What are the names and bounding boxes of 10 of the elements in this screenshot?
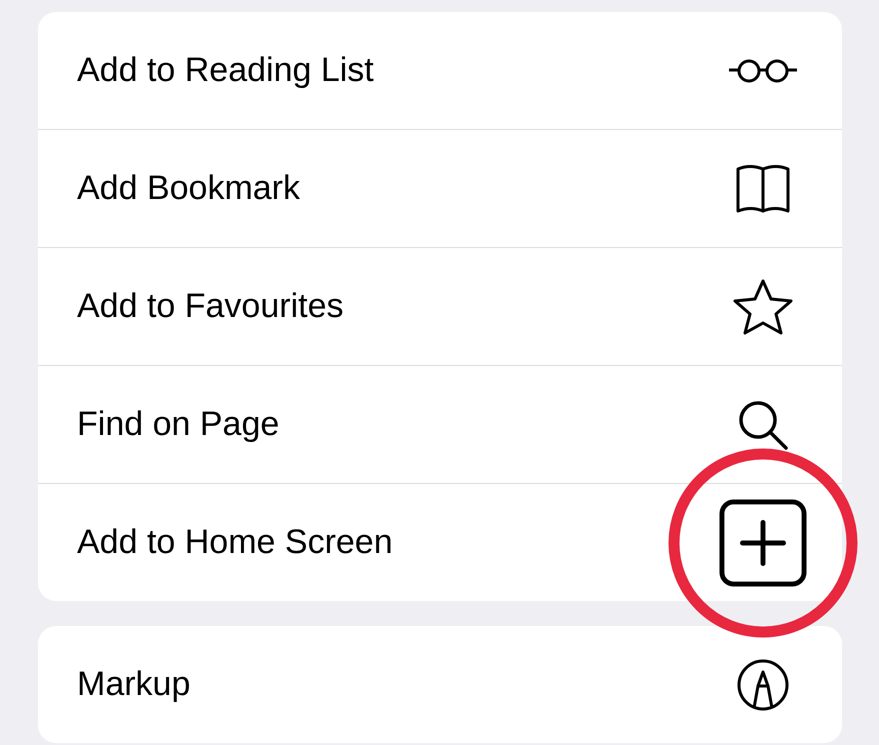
menu-item[interactable]: Add to Favourites	[38, 248, 842, 366]
menu-item[interactable]: Add Bookmark	[38, 130, 842, 248]
menu-item[interactable]: Markup	[38, 626, 842, 743]
menu-item[interactable]: Find on Page	[38, 366, 842, 484]
pen-circle-icon	[736, 658, 790, 712]
book-icon	[735, 164, 791, 214]
menu-item[interactable]: Add to Home Screen	[38, 484, 842, 601]
menu-item[interactable]: Add to Reading List	[38, 12, 842, 130]
plus-square-icon	[719, 498, 807, 586]
star-icon	[733, 278, 793, 336]
